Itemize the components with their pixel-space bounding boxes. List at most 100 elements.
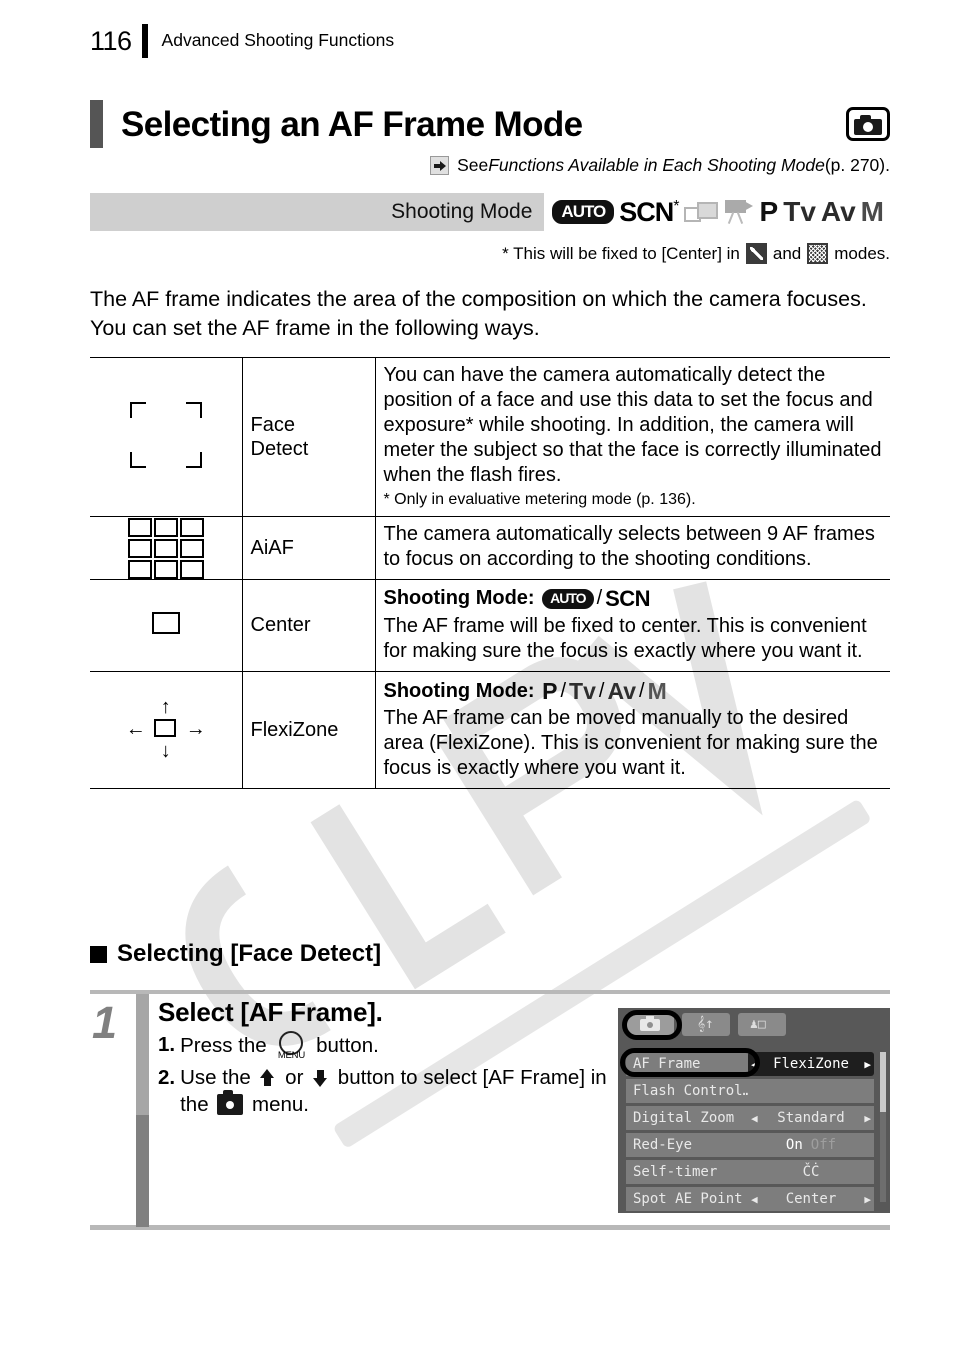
lcd-row-digital-zoom[interactable]: Digital Zoom ◀ Standard ▶ [626,1105,874,1131]
mode-description: The AF frame can be moved manually to th… [383,707,878,780]
mode-name: AiAF [241,516,376,581]
m-mode-icon: M [647,677,667,704]
left-caret-icon[interactable]: ◀ [751,1193,758,1206]
lcd-row-value: FlexiZone [773,1056,849,1072]
step-body: Select [AF Frame]. 1. Press the MENU but… [158,997,618,1118]
stitch-assist-icon [683,201,718,223]
down-arrow-icon [312,1069,329,1087]
lcd-row-label: Spot AE Point [626,1187,748,1211]
mode-description: You can have the camera automatically de… [383,364,882,486]
flexizone-icon-cell: ↑ ← → ↓ [90,670,242,790]
footnote-text-before: * This will be fixed to [Center] in [502,243,740,263]
step-bottom-rule [90,1225,890,1230]
lcd-row-spot-ae-point[interactable]: Spot AE Point ◀ Center ▶ [626,1186,874,1212]
tv-mode-icon: Tv [569,677,596,704]
center-frame-icon [151,611,180,634]
table-row: AiAF The camera automatically selects be… [90,516,890,581]
p-mode-icon: P [759,196,779,227]
mode-description-cell: Shooting Mode: AUTO / SCN The AF frame w… [375,579,890,672]
camera-menu-icon [217,1089,244,1115]
see-also-line: See Functions Available in Each Shooting… [90,155,890,176]
substep-number: 1. [158,1032,176,1056]
af-frame-mode-table: Face Detect You can have the camera auto… [90,356,890,790]
lcd-row-value-wrap[interactable]: ◀ Standard ▶ [748,1106,874,1130]
right-caret-icon[interactable]: ▶ [864,1112,871,1125]
tv-mode-icon: Tv [783,196,816,227]
section-heading: Selecting [Face Detect] [90,940,381,968]
see-also-reference: Functions Available in Each Shooting Mod… [488,155,825,175]
mode-description: The camera automatically selects between… [383,523,875,571]
my-camera-icon: ♟□ [750,1017,766,1032]
right-caret-icon[interactable]: ▶ [864,1058,871,1071]
mode-name: Center [241,579,376,672]
shooting-mode-icons: AUTO SCN* P Tv Av M [544,193,890,231]
lcd-row-value-wrap[interactable]: ČĊ [748,1160,874,1184]
auto-mode-icon: AUTO [542,589,594,609]
aiaf-grid-icon [127,517,204,579]
lcd-row-label: Self-timer [626,1160,748,1184]
lcd-row-value: Standard [777,1110,845,1126]
right-caret-icon[interactable]: ▶ [864,1193,871,1206]
footnote-text-after: modes. [834,243,890,263]
title-accent-bar [90,100,103,148]
lcd-tab-my-camera[interactable]: ♟□ [738,1013,786,1036]
camera-lcd-screenshot: 𝄞↑ ♟□ AF Frame ◀ FlexiZone ▶ Flash Contr… [618,1008,890,1213]
lcd-row-flash-control[interactable]: Flash Control… [626,1078,874,1104]
lcd-tab-setup[interactable]: 𝄞↑ [682,1013,730,1036]
substep-text: Press the MENU button. [180,1030,618,1061]
red-eye-off-option[interactable]: Off [811,1137,836,1153]
lcd-row-value-wrap[interactable]: On Off [748,1133,874,1157]
shooting-mode-label: Shooting Mode [391,200,533,223]
menu-button-label: MENU [277,1049,305,1061]
lcd-row-label: Red-Eye [626,1133,748,1157]
underwater-mode-icon [807,243,829,264]
scn-mode-icon: SCN [605,586,651,612]
av-mode-icon: Av [607,677,637,704]
lcd-row-red-eye[interactable]: Red-Eye On Off [626,1132,874,1158]
face-detect-icon-cell [90,356,242,518]
substep-number: 2. [158,1065,176,1089]
fireworks-mode-icon [745,243,767,264]
manual-page: 116 Advanced Shooting Functions Selectin… [0,0,954,1345]
flexizone-arrows-icon: ↑ ← → ↓ [125,695,206,762]
mode-description-cell: The camera automatically selects between… [375,516,890,581]
footnote-text-middle: and [772,243,802,263]
lcd-scrollbar-thumb[interactable] [880,1052,886,1112]
mode-name: FlexiZone [241,670,376,790]
menu-button-icon: MENU [273,1030,309,1061]
af-frame-row-highlight [620,1048,760,1077]
face-detect-frame-icon [129,401,202,468]
scn-mode-icon: SCN* [619,196,679,227]
lcd-row-value-wrap [748,1079,874,1103]
page-title: Selecting an AF Frame Mode [121,104,583,144]
mode-name-line2: Detect [250,438,309,461]
lcd-row-value-wrap[interactable]: ◀ FlexiZone ▶ [748,1052,874,1076]
scn-asterisk: * [673,197,679,215]
substep-2: 2. Use the or button to select [AF Frame… [158,1064,618,1118]
see-also-prefix: See [457,155,489,175]
mode-description-cell: Shooting Mode: P / Tv / Av / M The AF fr… [375,670,890,790]
mode-name: Face Detect [241,356,376,518]
left-caret-icon[interactable]: ◀ [751,1112,758,1125]
up-arrow-icon [259,1068,276,1087]
bullet-square-icon [90,945,107,963]
step-accent-bar-top [136,994,149,1115]
step-top-rule [90,990,890,994]
page-title-row: Selecting an AF Frame Mode [90,100,890,148]
shooting-mode-band: Shooting Mode AUTO SCN* P Tv Av M [90,193,890,231]
table-row: ↑ ← → ↓ FlexiZone Shooting Mode: P / Tv … [90,670,890,790]
mode-head-label: Shooting Mode: [383,679,535,702]
movie-icon [723,199,755,225]
lcd-scrollbar[interactable] [880,1052,886,1202]
red-eye-on-option[interactable]: On [786,1137,803,1153]
aiaf-icon-cell [90,516,242,581]
lcd-row-value-wrap[interactable]: ◀ Center ▶ [748,1187,874,1211]
header-divider [141,24,148,58]
auto-mode-icon: AUTO [552,199,615,225]
camera-icon [846,107,890,141]
lcd-row-self-timer[interactable]: Self-timer ČĊ [626,1159,874,1185]
m-mode-icon: M [860,196,884,227]
arrow-right-icon [430,156,450,175]
mode-name-line1: Face [250,413,295,436]
av-mode-icon: Av [820,196,856,227]
